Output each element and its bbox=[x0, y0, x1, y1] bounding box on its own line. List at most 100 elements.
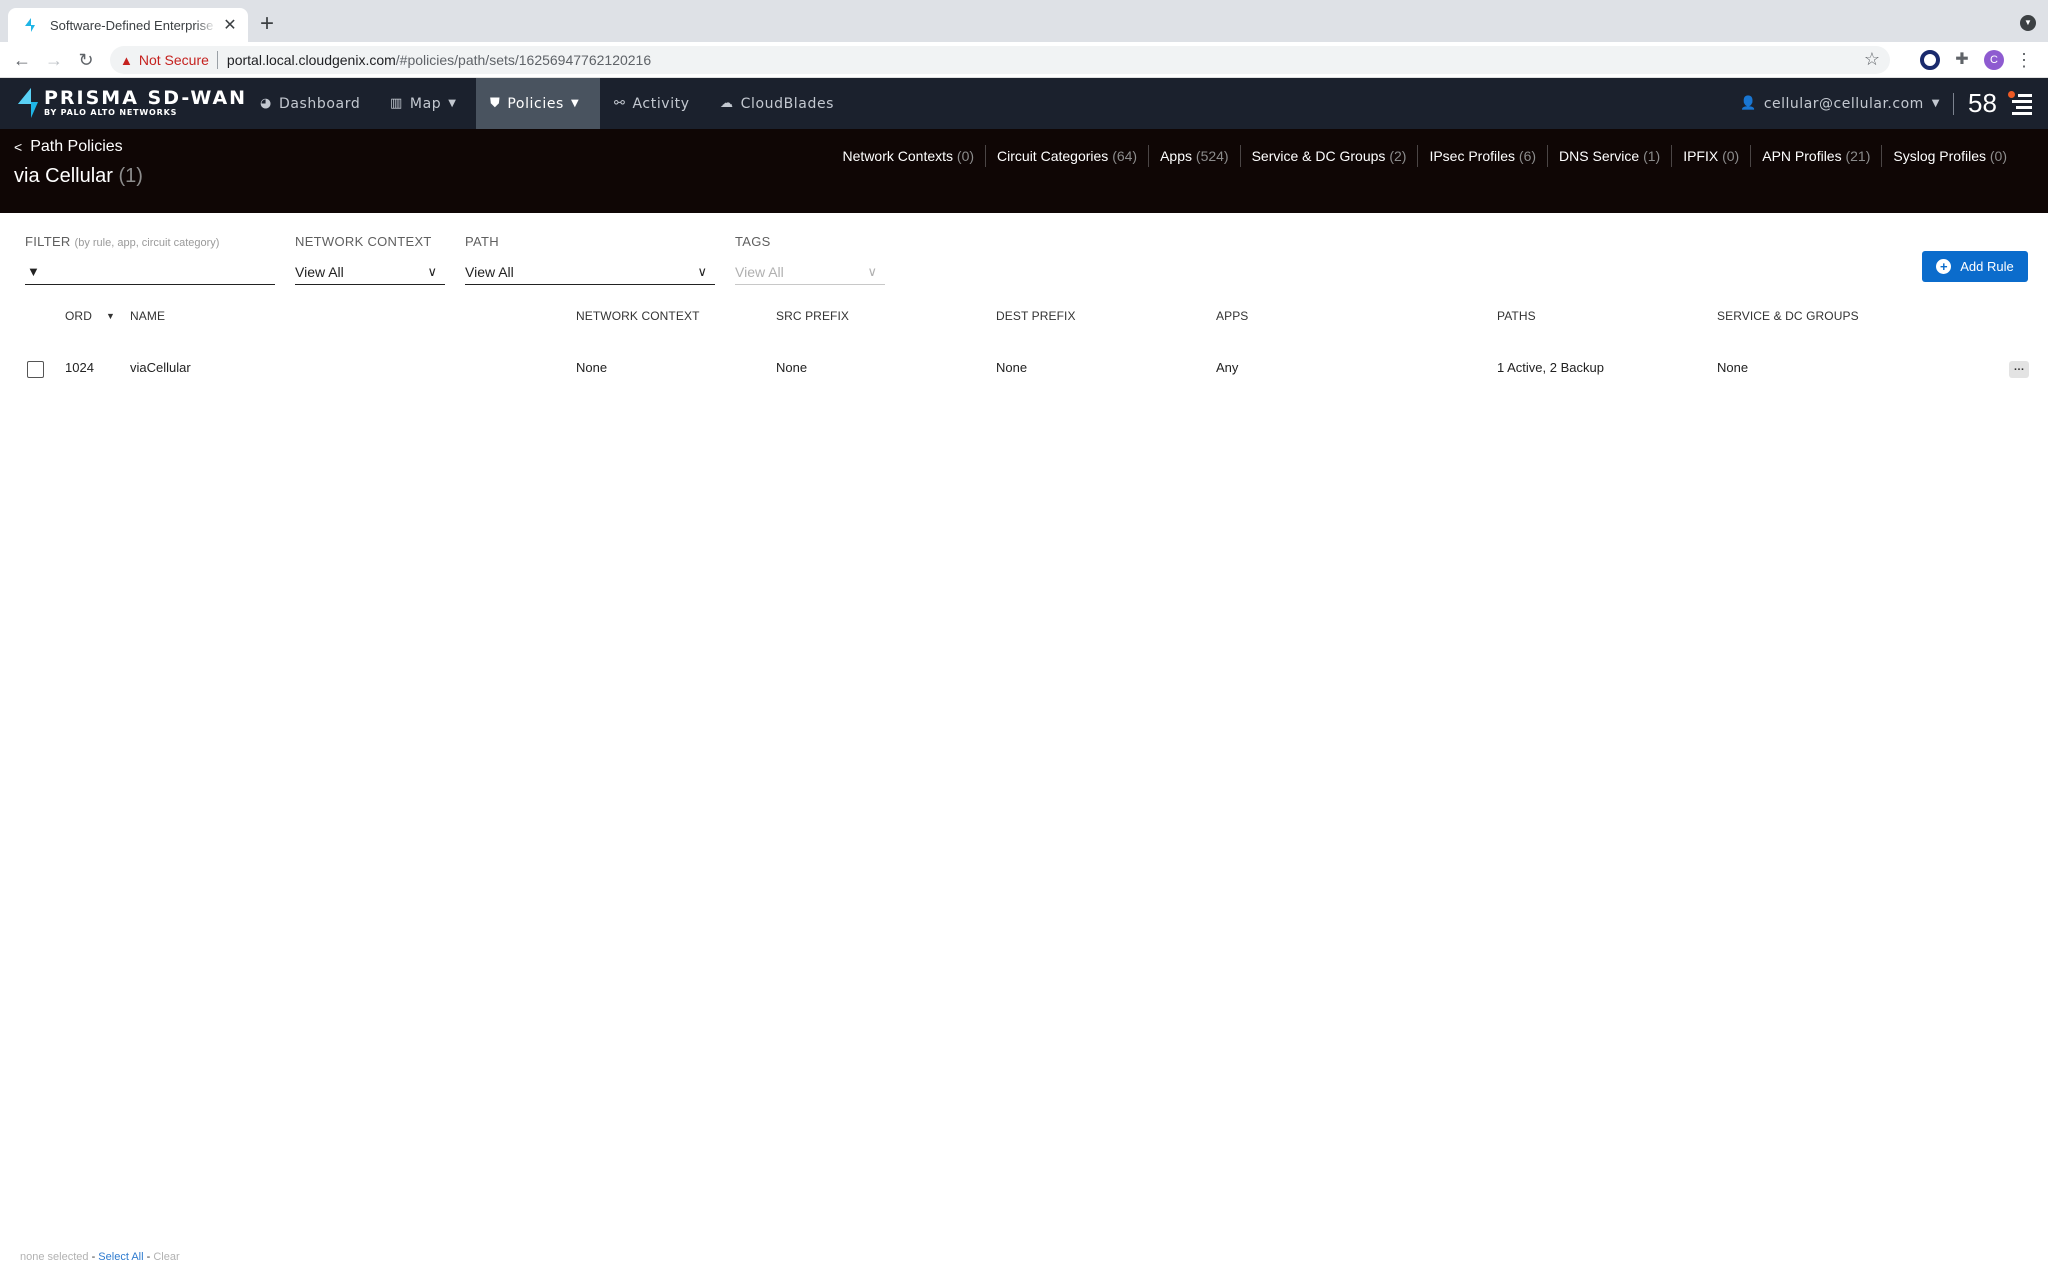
user-icon: 👤 bbox=[1740, 96, 1757, 111]
column-header-paths[interactable]: PATHS bbox=[1497, 309, 1536, 323]
nav-policies[interactable]: ⛊ Policies ▼ bbox=[476, 78, 600, 129]
cell-dest-prefix: None bbox=[996, 360, 1028, 375]
tags-filter: TAGS View All ∨ bbox=[735, 234, 885, 285]
nav-activity-label: Activity bbox=[632, 95, 690, 112]
select-all-link[interactable]: Select All bbox=[98, 1251, 143, 1263]
browser-toolbar: ← → ↻ ▲ Not Secure portal.local.cloudgen… bbox=[0, 42, 2048, 78]
notification-menu-icon[interactable] bbox=[2012, 94, 2032, 118]
network-context-select[interactable]: View All ∨ bbox=[295, 259, 445, 285]
network-context-label: NETWORK CONTEXT bbox=[295, 234, 432, 249]
column-header-src-prefix[interactable]: SRC PREFIX bbox=[776, 309, 849, 323]
path-filter: PATH View All ∨ bbox=[465, 234, 715, 285]
extensions-puzzle-icon[interactable]: ✚ bbox=[1952, 50, 1972, 70]
column-header-service-dc-groups[interactable]: SERVICE & DC GROUPS bbox=[1717, 309, 1859, 323]
notification-count[interactable]: 58 bbox=[1968, 86, 1997, 120]
nav-map[interactable]: ▥ Map ▼ bbox=[376, 78, 471, 129]
map-icon: ▥ bbox=[390, 96, 403, 111]
link-count: (6) bbox=[1518, 148, 1537, 164]
network-context-value: View All bbox=[295, 263, 344, 280]
chevron-down-icon: ▼ bbox=[570, 98, 580, 109]
tab-title: Software-Defined Enterprise WAN bbox=[50, 17, 216, 33]
link-circuit-categories[interactable]: Circuit Categories (64) bbox=[985, 145, 1148, 167]
cell-paths: 1 Active, 2 Backup bbox=[1497, 360, 1604, 375]
link-count: (1) bbox=[1643, 148, 1661, 164]
shield-icon: ⛊ bbox=[490, 96, 501, 111]
column-header-name[interactable]: NAME bbox=[130, 309, 165, 323]
more-options-icon[interactable]: … bbox=[2009, 361, 2029, 378]
link-count: (0) bbox=[1722, 148, 1740, 164]
network-context-filter: NETWORK CONTEXT View All ∨ bbox=[295, 234, 445, 285]
reload-icon[interactable]: ↻ bbox=[74, 48, 98, 72]
plus-circle-icon: + bbox=[1936, 259, 1952, 274]
page-title-text: via Cellular bbox=[14, 165, 113, 187]
clear-selection-link[interactable]: Clear bbox=[153, 1251, 179, 1263]
link-network-contexts[interactable]: Network Contexts (0) bbox=[832, 145, 986, 167]
link-label: Syslog Profiles bbox=[1893, 148, 1986, 164]
row-checkbox[interactable] bbox=[27, 361, 44, 378]
prisma-logo-mark-icon bbox=[18, 88, 38, 118]
link-dns-service[interactable]: DNS Service (1) bbox=[1547, 145, 1671, 167]
tags-select[interactable]: View All ∨ bbox=[735, 259, 885, 285]
nav-activity[interactable]: ⚯ Activity bbox=[600, 78, 704, 129]
cell-network-context: None bbox=[576, 360, 608, 375]
chevron-down-icon: ∨ bbox=[697, 263, 707, 279]
link-label: IPsec Profiles bbox=[1429, 148, 1516, 164]
path-label: PATH bbox=[465, 234, 499, 249]
link-label: DNS Service bbox=[1559, 148, 1640, 164]
tab-search-icon[interactable]: ▼ bbox=[2020, 15, 2036, 31]
back-arrow-icon[interactable]: ← bbox=[10, 48, 34, 72]
dashboard-icon: ◕ bbox=[260, 96, 272, 111]
filter-input[interactable]: ▼ bbox=[25, 259, 275, 285]
url-host: portal.local.cloudgenix.com bbox=[226, 52, 396, 68]
close-tab-icon[interactable]: ✕ bbox=[222, 15, 238, 35]
path-select[interactable]: View All ∨ bbox=[465, 259, 715, 285]
link-apps[interactable]: Apps (524) bbox=[1148, 145, 1240, 167]
browser-tab[interactable]: Software-Defined Enterprise WAN ✕ bbox=[8, 8, 248, 42]
browser-menu-icon[interactable]: ⋮ bbox=[2014, 50, 2034, 70]
cell-ord: 1024 bbox=[65, 360, 94, 375]
footer-separator: - bbox=[91, 1251, 96, 1263]
filter-label: FILTER (by rule, app, circuit category) bbox=[25, 234, 275, 252]
link-label: APN Profiles bbox=[1762, 148, 1842, 164]
bookmark-star-icon[interactable]: ☆ bbox=[1864, 49, 1880, 70]
address-bar[interactable]: ▲ Not Secure portal.local.cloudgenix.com… bbox=[110, 46, 1890, 74]
link-label: Service & DC Groups bbox=[1251, 148, 1386, 164]
sort-desc-icon[interactable]: ▼ bbox=[106, 311, 115, 321]
nav-cloudblades[interactable]: ☁ CloudBlades bbox=[706, 78, 848, 129]
link-ipfix[interactable]: IPFIX (0) bbox=[1671, 145, 1750, 167]
cell-apps: Any bbox=[1216, 360, 1239, 375]
back-link-label: Path Policies bbox=[30, 138, 123, 155]
link-label: Apps bbox=[1160, 148, 1193, 164]
selection-footer: none selected - Select All - Clear bbox=[20, 1251, 180, 1263]
add-rule-button[interactable]: + Add Rule bbox=[1922, 251, 2028, 282]
profile-avatar[interactable]: C bbox=[1984, 50, 2004, 70]
path-value: View All bbox=[465, 263, 514, 280]
cell-name[interactable]: viaCellular bbox=[130, 360, 191, 375]
column-header-ord[interactable]: ORD bbox=[65, 309, 92, 323]
column-header-apps[interactable]: APPS bbox=[1216, 309, 1248, 323]
forward-arrow-icon[interactable]: → bbox=[42, 48, 66, 72]
link-ipsec-profiles[interactable]: IPsec Profiles (6) bbox=[1417, 145, 1547, 167]
link-syslog-profiles[interactable]: Syslog Profiles (0) bbox=[1881, 145, 2018, 167]
nav-policies-label: Policies bbox=[507, 95, 564, 112]
prisma-favicon-icon bbox=[25, 18, 35, 32]
extension-ring-icon[interactable] bbox=[1920, 50, 1940, 70]
nav-dashboard-label: Dashboard bbox=[278, 95, 361, 112]
link-count: (2) bbox=[1389, 148, 1407, 164]
link-apn-profiles[interactable]: APN Profiles (21) bbox=[1750, 145, 1881, 167]
tags-label: TAGS bbox=[735, 234, 771, 249]
link-service-dc-groups[interactable]: Service & DC Groups (2) bbox=[1239, 145, 1418, 167]
security-status[interactable]: Not Secure bbox=[139, 52, 209, 68]
user-menu[interactable]: 👤 cellular@cellular.com ▼ bbox=[1740, 78, 1940, 129]
nav-dashboard[interactable]: ◕ Dashboard bbox=[246, 78, 374, 129]
brand-subtitle: BY PALO ALTO NETWORKS bbox=[44, 108, 178, 117]
prisma-logo[interactable]: PRISMA SD-WAN BY PALO ALTO NETWORKS bbox=[18, 88, 247, 118]
column-header-dest-prefix[interactable]: DEST PREFIX bbox=[996, 309, 1076, 323]
back-to-path-policies-link[interactable]: < Path Policies bbox=[14, 138, 123, 156]
add-rule-label: Add Rule bbox=[1960, 259, 2014, 274]
column-header-network-context[interactable]: NETWORK CONTEXT bbox=[576, 309, 700, 323]
page-title: via Cellular (1) bbox=[14, 165, 143, 188]
app-nav-bar: PRISMA SD-WAN BY PALO ALTO NETWORKS ◕ Da… bbox=[0, 78, 2048, 129]
new-tab-button[interactable]: + bbox=[260, 10, 274, 38]
chevron-left-icon: < bbox=[14, 139, 23, 155]
